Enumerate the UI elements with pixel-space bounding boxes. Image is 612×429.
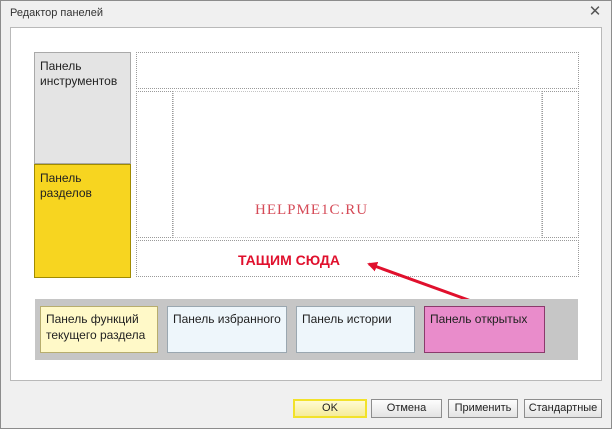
standard-settings-button[interactable]: Стандартные: [524, 399, 602, 418]
ok-button[interactable]: OK: [293, 399, 367, 418]
panel-editor-window: Редактор панелей ✕ Панель инструментов П…: [0, 0, 612, 429]
drop-zone-top[interactable]: [136, 52, 579, 89]
history-panel-label: Панель истории: [302, 312, 392, 326]
favorites-panel-tile[interactable]: Панель избранного: [167, 306, 287, 353]
functions-panel-label: Панель функций текущего раздела: [46, 312, 146, 342]
panel-editor-canvas: Панель инструментов Панель разделов HELP…: [11, 28, 601, 380]
drop-zone-left[interactable]: [136, 91, 173, 238]
available-panels-strip: Панель функций текущего раздела Панель и…: [35, 299, 578, 360]
window-title: Редактор панелей: [10, 7, 103, 19]
sections-panel[interactable]: Панель разделов: [34, 164, 131, 278]
functions-panel-tile[interactable]: Панель функций текущего раздела: [40, 306, 158, 353]
apply-button[interactable]: Применить: [448, 399, 518, 418]
cancel-button[interactable]: Отмена: [371, 399, 442, 418]
favorites-panel-label: Панель избранного: [173, 312, 281, 326]
sections-panel-label: Панель разделов: [40, 171, 92, 200]
open-windows-panel-tile[interactable]: Панель открытых: [424, 306, 545, 353]
history-panel-tile[interactable]: Панель истории: [296, 306, 415, 353]
drag-here-label: ТАЩИМ СЮДА: [238, 252, 340, 268]
close-icon[interactable]: ✕: [587, 4, 603, 20]
toolbar-panel[interactable]: Панель инструментов: [34, 52, 131, 164]
watermark: HELPME1C.RU: [255, 202, 369, 218]
drop-zone-right[interactable]: [542, 91, 579, 238]
title-bar[interactable]: Редактор панелей ✕: [1, 1, 611, 25]
toolbar-panel-label: Панель инструментов: [40, 59, 118, 88]
open-windows-panel-label: Панель открытых: [430, 312, 528, 326]
panel-layout-area: Панель инструментов Панель разделов HELP…: [10, 27, 602, 381]
